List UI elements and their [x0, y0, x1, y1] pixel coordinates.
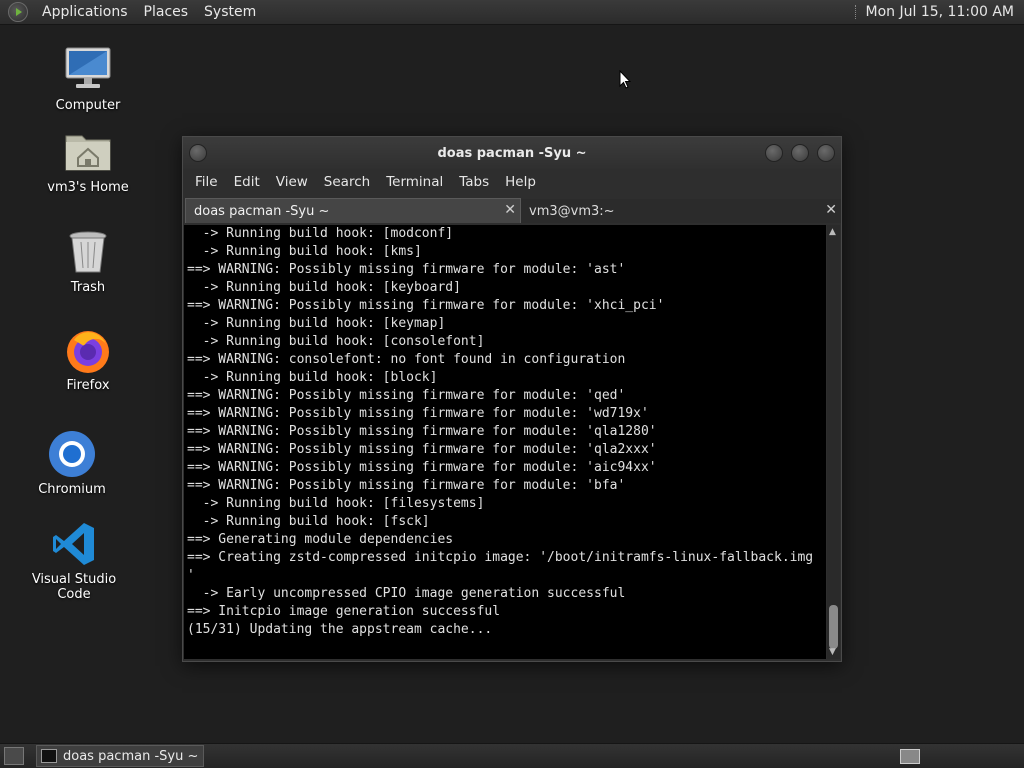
terminal-line: ==> WARNING: Possibly missing firmware f… — [187, 442, 657, 457]
trash-icon — [64, 228, 112, 276]
tab-label: doas pacman -Syu ~ — [194, 203, 330, 219]
desktop-icon-firefox[interactable]: Firefox — [33, 326, 143, 393]
terminal-scrollbar[interactable]: ▲ ▼ — [827, 225, 840, 659]
desktop-icon-label: Firefox — [66, 378, 110, 393]
desktop-icon-label: Chromium — [38, 482, 106, 497]
terminal-line: -> Running build hook: [modconf] — [187, 226, 454, 241]
scroll-thumb[interactable] — [829, 605, 838, 649]
desktop-icon-vscode[interactable]: Visual Studio Code — [19, 520, 129, 602]
terminal-line: ==> WARNING: Possibly missing firmware f… — [187, 478, 626, 493]
terminal-line: ==> Initcpio image generation successful — [187, 604, 501, 619]
terminal-line: -> Running build hook: [filesystems] — [187, 496, 485, 511]
desktop-icon-computer[interactable]: Computer — [33, 46, 143, 113]
menu-edit[interactable]: Edit — [226, 174, 268, 190]
terminal-line: ==> WARNING: Possibly missing firmware f… — [187, 262, 626, 277]
scroll-down-arrow-icon[interactable]: ▼ — [829, 647, 836, 657]
show-desktop-icon[interactable] — [4, 747, 24, 765]
desktop-icon-label: vm3's Home — [47, 180, 129, 195]
menu-help[interactable]: Help — [497, 174, 544, 190]
applications-menu[interactable]: Applications — [34, 4, 136, 20]
terminal-line: -> Running build hook: [block] — [187, 370, 438, 385]
window-title: doas pacman -Syu ~ — [437, 145, 587, 161]
desktop-icon-label: Visual Studio Code — [31, 572, 117, 602]
home-folder-icon — [64, 128, 112, 176]
terminal-line: ==> WARNING: consolefont: no font found … — [187, 352, 626, 367]
workspace-switcher[interactable] — [900, 748, 920, 764]
menu-tabs[interactable]: Tabs — [451, 174, 497, 190]
panel-right-area: Mon Jul 15, 11:00 AM — [854, 4, 1024, 20]
system-menu[interactable]: System — [196, 4, 264, 20]
vscode-icon — [50, 520, 98, 568]
chromium-icon — [48, 430, 96, 478]
computer-icon — [64, 46, 112, 94]
terminal-line: -> Running build hook: [kms] — [187, 244, 422, 259]
terminal-line: -> Running build hook: [keymap] — [187, 316, 446, 331]
terminal-line: ==> WARNING: Possibly missing firmware f… — [187, 388, 626, 403]
menu-terminal[interactable]: Terminal — [378, 174, 451, 190]
terminal-line: ==> Creating zstd-compressed initcpio im… — [187, 550, 814, 565]
tab-vm3-shell[interactable]: vm3@vm3:~ ✕ — [521, 199, 841, 223]
window-menu-button[interactable] — [189, 144, 207, 162]
desktop-icon-label: Computer — [55, 98, 121, 113]
minimize-button[interactable] — [765, 144, 783, 162]
desktop-icon-chromium[interactable]: Chromium — [17, 430, 127, 497]
mate-logo-icon[interactable] — [8, 2, 28, 22]
tab-close-icon[interactable]: ✕ — [825, 202, 837, 218]
firefox-icon — [64, 326, 112, 374]
terminal-line: ==> WARNING: Possibly missing firmware f… — [187, 406, 649, 421]
tab-label: vm3@vm3:~ — [529, 203, 615, 219]
menu-file[interactable]: File — [187, 174, 226, 190]
terminal-tab-bar: doas pacman -Syu ~ ✕ vm3@vm3:~ ✕ — [183, 195, 841, 223]
panel-separator — [854, 5, 858, 19]
terminal-line: -> Running build hook: [keyboard] — [187, 280, 461, 295]
clock[interactable]: Mon Jul 15, 11:00 AM — [866, 4, 1024, 20]
terminal-window[interactable]: doas pacman -Syu ~ File Edit View Search… — [182, 136, 842, 662]
menu-search[interactable]: Search — [316, 174, 378, 190]
terminal-line: (15/31) Updating the appstream cache... — [187, 622, 493, 637]
desktop-icon-home[interactable]: vm3's Home — [33, 128, 143, 195]
scroll-up-arrow-icon[interactable]: ▲ — [829, 227, 836, 237]
close-button[interactable] — [817, 144, 835, 162]
terminal-line: ' — [187, 568, 195, 583]
terminal-line: -> Running build hook: [fsck] — [187, 514, 430, 529]
desktop-icon-label: Trash — [70, 280, 106, 295]
terminal-line: -> Running build hook: [consolefont] — [187, 334, 485, 349]
desktop-icon-trash[interactable]: Trash — [33, 228, 143, 295]
taskbar-window-button[interactable]: doas pacman -Syu ~ — [36, 745, 204, 767]
tab-doas-pacman[interactable]: doas pacman -Syu ~ ✕ — [185, 198, 521, 223]
maximize-button[interactable] — [791, 144, 809, 162]
terminal-icon — [41, 749, 57, 763]
tab-close-icon[interactable]: ✕ — [504, 202, 516, 218]
bottom-panel: doas pacman -Syu ~ — [0, 743, 1024, 768]
top-panel: Applications Places System Mon Jul 15, 1… — [0, 0, 1024, 25]
places-menu[interactable]: Places — [136, 4, 197, 20]
terminal-line: ==> WARNING: Possibly missing firmware f… — [187, 298, 665, 313]
terminal-output[interactable]: -> Running build hook: [modconf] -> Runn… — [184, 225, 826, 659]
mouse-cursor-icon — [619, 69, 632, 93]
terminal-line: -> Early uncompressed CPIO image generat… — [187, 586, 626, 601]
window-titlebar[interactable]: doas pacman -Syu ~ — [183, 137, 841, 169]
terminal-menubar: File Edit View Search Terminal Tabs Help — [183, 169, 841, 195]
menu-view[interactable]: View — [268, 174, 316, 190]
terminal-line: ==> WARNING: Possibly missing firmware f… — [187, 460, 657, 475]
terminal-line: ==> WARNING: Possibly missing firmware f… — [187, 424, 657, 439]
terminal-line: ==> Generating module dependencies — [187, 532, 454, 547]
taskbar-window-label: doas pacman -Syu ~ — [63, 748, 199, 764]
